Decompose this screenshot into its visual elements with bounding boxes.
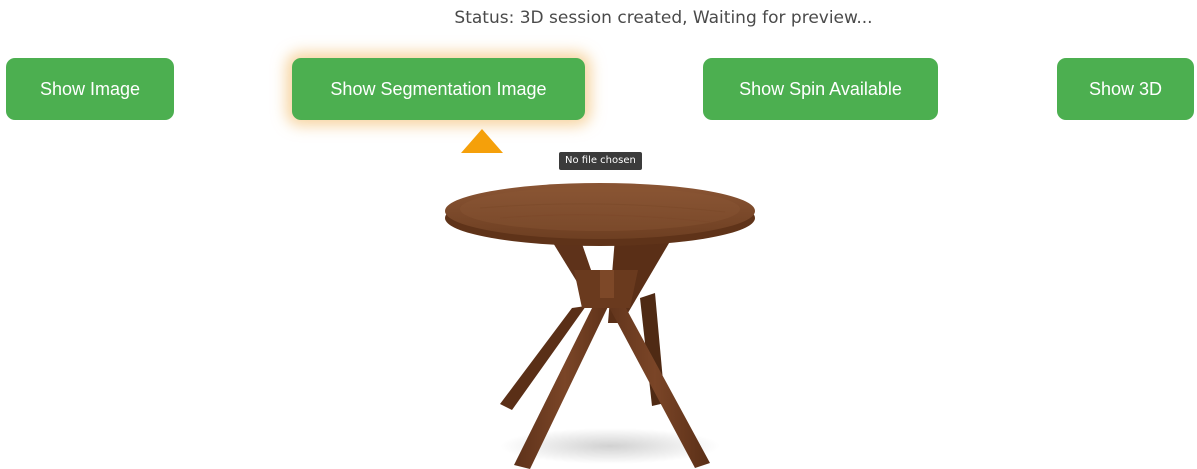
show-segmentation-image-button[interactable]: Show Segmentation Image: [292, 58, 585, 120]
show-image-button[interactable]: Show Image: [6, 58, 174, 120]
file-input-tooltip: No file chosen: [559, 152, 642, 170]
viewer-page: Status: 3D session created, Waiting for …: [0, 0, 1197, 469]
status-text: Status: 3D session created, Waiting for …: [454, 8, 873, 28]
table-preview-image[interactable]: [440, 178, 760, 469]
show-spin-available-button[interactable]: Show Spin Available: [703, 58, 938, 120]
show-3d-button[interactable]: Show 3D: [1057, 58, 1194, 120]
triangle-up-icon: [461, 129, 503, 153]
